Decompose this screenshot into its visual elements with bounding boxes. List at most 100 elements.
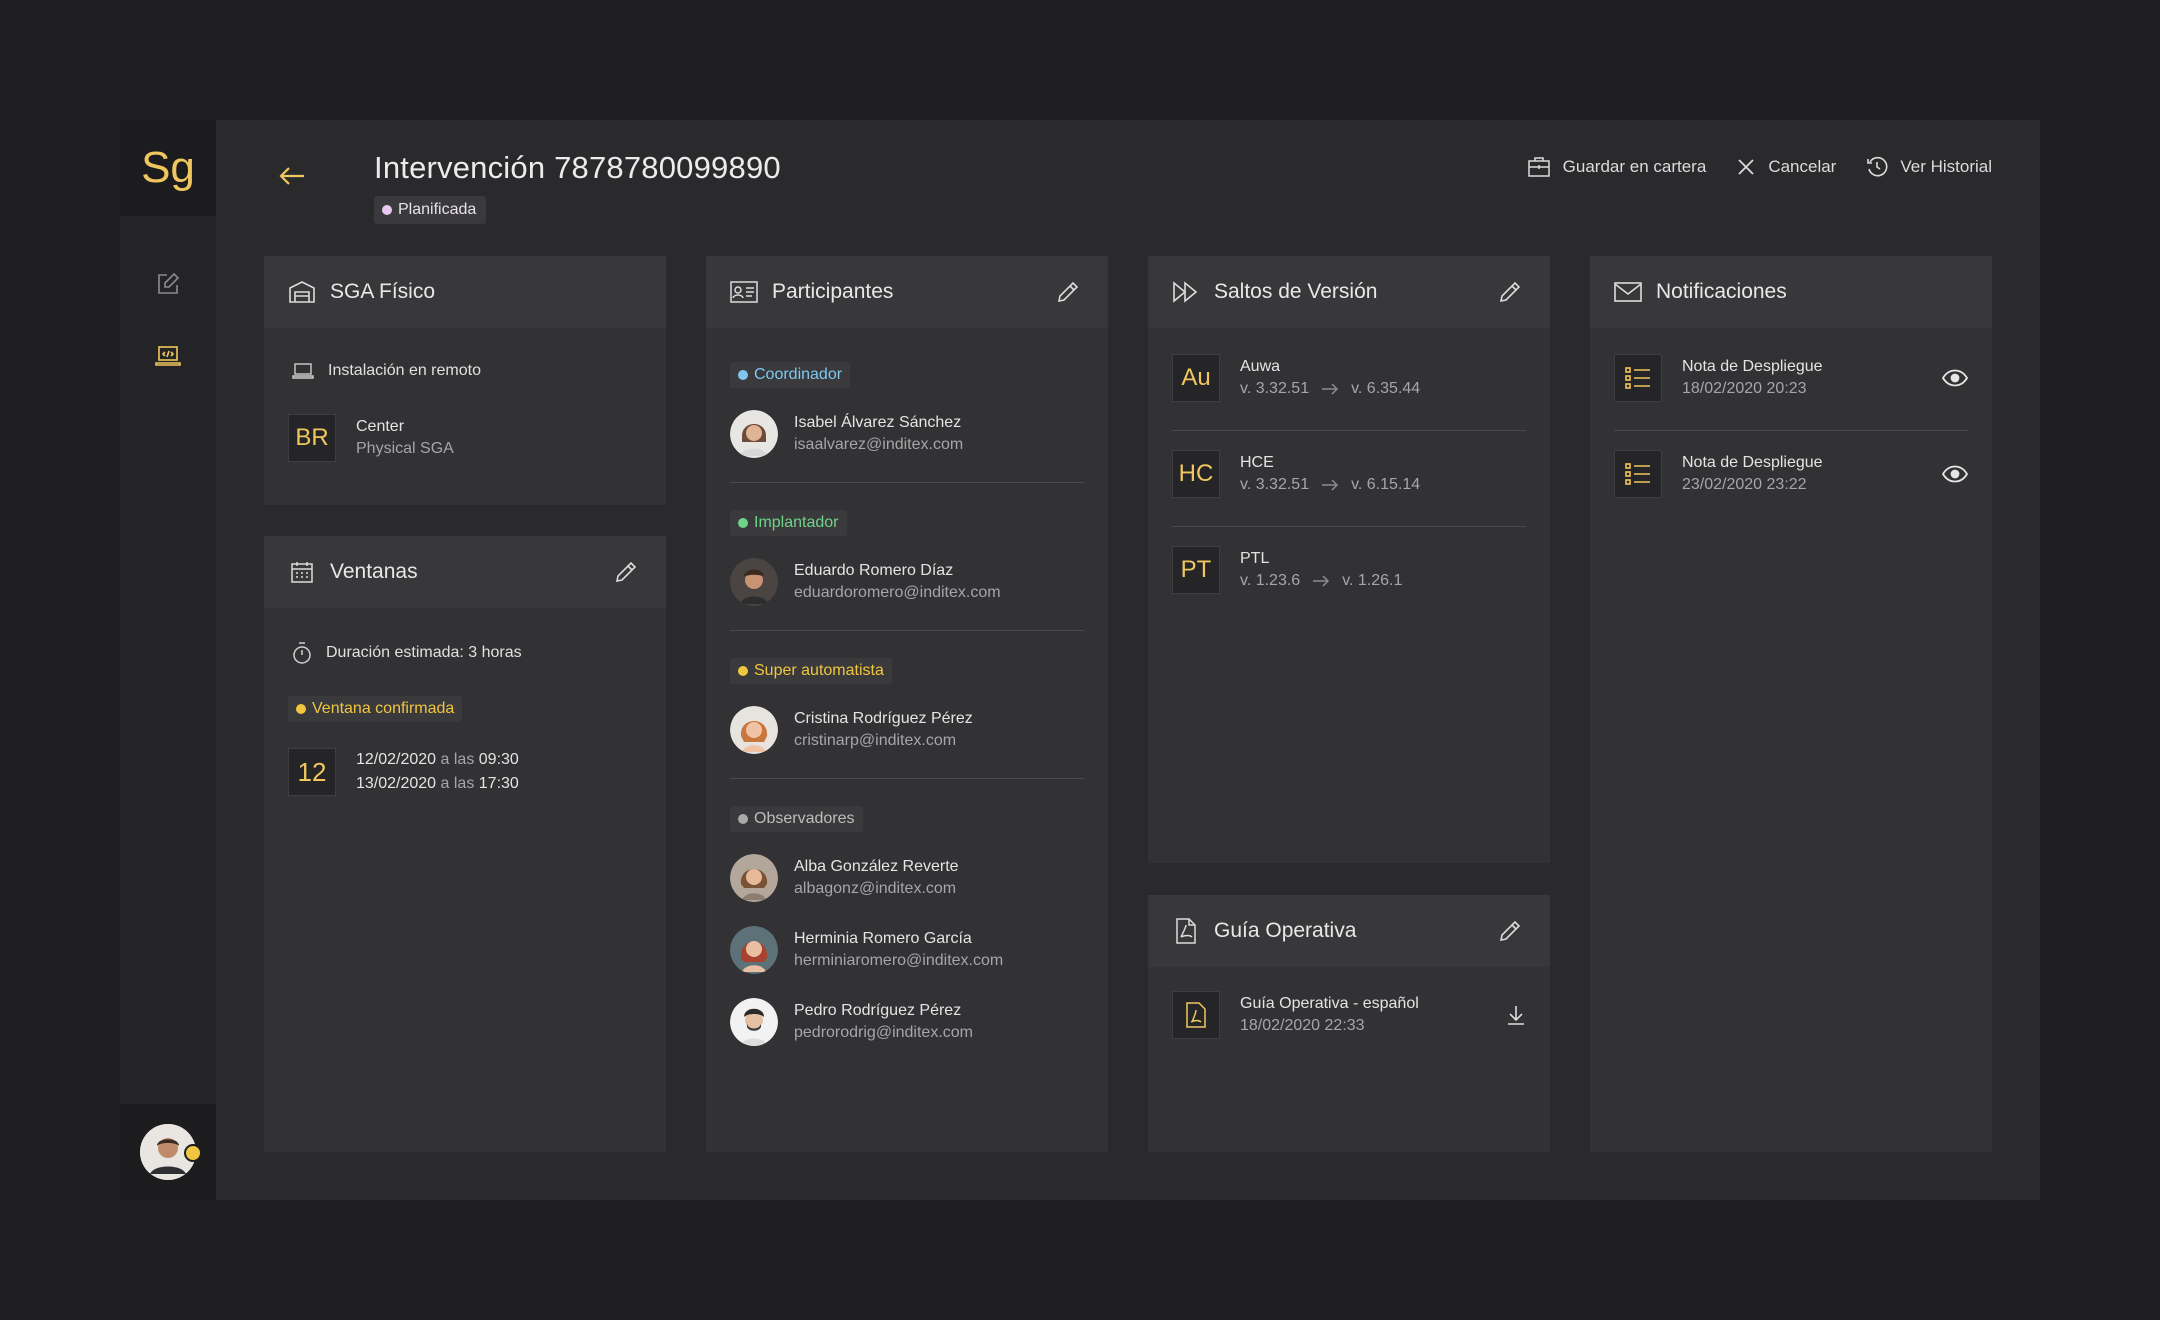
participant-row[interactable]: Herminia Romero García herminiaromero@in… — [730, 926, 1003, 974]
participant-name: Cristina Rodríguez Pérez — [794, 710, 973, 727]
divider — [1172, 526, 1526, 527]
version-to: v. 6.35.44 — [1351, 380, 1421, 397]
participant-row[interactable]: Alba González Reverte albagonz@inditex.c… — [730, 854, 959, 902]
version-item: PT PTL v. 1.23.6 v. 1.26.1 — [1172, 546, 1402, 594]
participant-email: eduardoromero@inditex.com — [794, 584, 1001, 601]
window-start-time: 09:30 — [478, 751, 519, 768]
participant-name: Eduardo Romero Díaz — [794, 562, 954, 579]
window-start-date: 12/02/2020 — [356, 751, 437, 768]
participants-card: Participantes Coordinador Isabel Álvarez… — [706, 256, 1108, 1152]
window-end-date: 13/02/2020 — [356, 775, 437, 792]
laptop-code-icon[interactable] — [144, 332, 192, 380]
participant-name: Isabel Álvarez Sánchez — [794, 414, 962, 431]
view-history-button[interactable]: Ver Historial — [1866, 156, 1992, 178]
ventanas-card-title: Ventanas — [330, 560, 418, 583]
notifications-card-title: Notificaciones — [1656, 280, 1787, 303]
edit-ventanas-icon[interactable] — [610, 556, 642, 588]
participant-email: pedrorodrig@inditex.com — [794, 1024, 973, 1041]
close-icon — [1738, 159, 1754, 175]
role-observadores: Observadores — [730, 806, 863, 832]
participant-row[interactable]: Cristina Rodríguez Pérez cristinarp@indi… — [730, 706, 973, 754]
participant-avatar — [730, 558, 778, 606]
notification-date: 23/02/2020 23:22 — [1682, 476, 1807, 493]
participant-email: albagonz@inditex.com — [794, 880, 957, 897]
participant-row[interactable]: Pedro Rodríguez Pérez pedrorodrig@indite… — [730, 998, 973, 1046]
participant-name: Alba González Reverte — [794, 858, 959, 875]
warehouse-icon — [288, 278, 316, 306]
participant-email: cristinarp@inditex.com — [794, 732, 957, 749]
version-jumps-card-header: Saltos de Versión — [1148, 256, 1550, 328]
role-tag: Implantador — [730, 510, 847, 536]
operative-guide-card-header: Guía Operativa — [1148, 895, 1550, 967]
window-day-tile: 12 — [288, 748, 336, 796]
app-logo[interactable]: Sg — [120, 120, 216, 216]
participant-row[interactable]: Isabel Álvarez Sánchez isaalvarez@indite… — [730, 410, 963, 458]
save-to-wallet-button[interactable]: Guardar en cartera — [1527, 156, 1707, 178]
participant-email: herminiaromero@inditex.com — [794, 952, 1004, 969]
status-badge: Planificada — [374, 196, 487, 224]
notification-date: 18/02/2020 20:23 — [1682, 380, 1807, 397]
version-app-name: Auwa — [1240, 358, 1281, 375]
sga-tile: BR — [288, 414, 336, 462]
window-start-connector: a las — [440, 751, 475, 768]
version-tile: PT — [1172, 546, 1220, 594]
stopwatch-icon — [293, 642, 311, 664]
participant-avatar — [730, 854, 778, 902]
version-item: Au Auwa v. 3.32.51 v. 6.35.44 — [1172, 354, 1420, 402]
arrow-right-icon — [1322, 383, 1339, 395]
save-to-wallet-label: Guardar en cartera — [1562, 157, 1707, 176]
edit-document-icon[interactable] — [144, 260, 192, 308]
sga-item: BR Center Physical SGA — [288, 414, 454, 462]
sga-card-title: SGA Físico — [330, 280, 436, 303]
edit-version-jumps-icon[interactable] — [1494, 276, 1526, 308]
arrow-right-icon — [1313, 575, 1330, 587]
notifications-card-header: Notificaciones — [1590, 256, 1992, 328]
sga-name: Center — [356, 418, 405, 435]
download-icon[interactable] — [1506, 1004, 1526, 1026]
window-status-tag: Ventana confirmada — [288, 696, 463, 722]
page-header: Intervención 7878780099890 Planificada G… — [216, 120, 2040, 260]
window-end-connector: a las — [440, 775, 475, 792]
version-jumps-card-title: Saltos de Versión — [1214, 280, 1378, 303]
notifications-card: Notificaciones Nota de Despliegue 18/02/… — [1590, 256, 1992, 1152]
pdf-file-icon — [1172, 991, 1220, 1039]
divider — [730, 778, 1084, 779]
eye-icon[interactable] — [1942, 369, 1968, 387]
app-window: Sg Intervención 7878780099890 Planificad… — [120, 120, 2040, 1200]
participant-email: isaalvarez@inditex.com — [794, 436, 964, 453]
notification-name: Nota de Despliegue — [1682, 454, 1823, 471]
role-tag: Super automatista — [730, 658, 892, 684]
sga-card: SGA Físico Instalación en remoto BR Cent… — [264, 256, 666, 505]
eye-icon[interactable] — [1942, 465, 1968, 483]
envelope-icon — [1614, 278, 1642, 306]
edit-participants-icon[interactable] — [1052, 276, 1084, 308]
edit-operative-guide-icon[interactable] — [1494, 915, 1526, 947]
view-history-label: Ver Historial — [1900, 157, 1992, 176]
version-to: v. 6.15.14 — [1351, 476, 1421, 493]
header-actions: Guardar en cartera Cancelar Ver Historia… — [1527, 156, 1992, 178]
version-from: v. 1.23.6 — [1240, 572, 1301, 589]
operative-guide-card-title: Guía Operativa — [1214, 919, 1357, 942]
notification-name: Nota de Despliegue — [1682, 358, 1823, 375]
cancel-button[interactable]: Cancelar — [1736, 156, 1836, 178]
notification-item[interactable]: Nota de Despliegue 18/02/2020 20:23 — [1614, 354, 1968, 402]
user-avatar-area[interactable] — [120, 1104, 216, 1200]
participant-avatar — [730, 410, 778, 458]
guide-document-row[interactable]: Guía Operativa - español 18/02/2020 22:3… — [1172, 991, 1526, 1039]
version-app-name: HCE — [1240, 454, 1274, 471]
divider — [730, 630, 1084, 631]
version-app-name: PTL — [1240, 550, 1270, 567]
notification-item[interactable]: Nota de Despliegue 23/02/2020 23:22 — [1614, 450, 1968, 498]
role-super-automatista: Super automatista — [730, 658, 892, 684]
window-end: 13/02/2020 a las 17:30 — [356, 772, 519, 796]
role-coordinador: Coordinador — [730, 362, 851, 388]
operative-guide-card: Guía Operativa Guía Operativa - español … — [1148, 895, 1550, 1152]
role-tag: Coordinador — [730, 362, 851, 388]
user-avatar[interactable] — [140, 1124, 202, 1180]
window-end-time: 17:30 — [478, 775, 519, 792]
remote-install-row: Instalación en remoto — [292, 362, 481, 380]
back-arrow-icon[interactable] — [268, 152, 316, 200]
role-implantador: Implantador — [730, 510, 847, 536]
divider — [730, 482, 1084, 483]
participant-row[interactable]: Eduardo Romero Díaz eduardoromero@indite… — [730, 558, 1001, 606]
